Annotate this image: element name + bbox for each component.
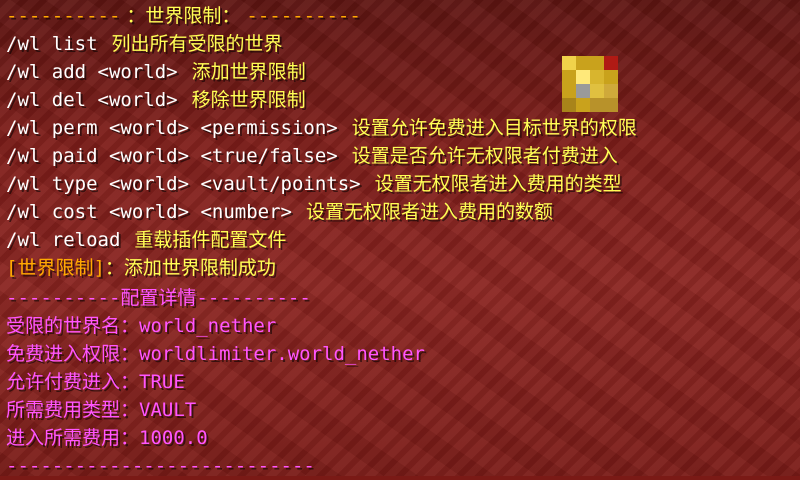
header-title: ：世界限制： [126,5,241,27]
detail-row-type: 所需费用类型：VAULT [6,396,196,424]
command-row-del: /wl del <world> 移除世界限制 [6,86,306,114]
details-header: ----------配置详情---------- [6,284,311,312]
header-dashes-left: ---------- [6,5,121,27]
command-row-paid: /wl paid <world> <true/false> 设置是否允许无权限者付… [6,142,618,170]
command-text: /wl del <world> [6,89,178,111]
command-description: 添加世界限制 [191,61,306,83]
details-dashes-left: ---------- [6,287,121,309]
command-description: 设置无权限者进入费用的类型 [374,173,622,195]
detail-label: 受限的世界名： [6,315,140,337]
command-text: /wl list [6,33,98,55]
command-row-reload: /wl reload 重载插件配置文件 [6,226,286,254]
success-message: [世界限制]：添加世界限制成功 [6,254,276,282]
command-text: /wl perm <world> <permission> [6,117,338,139]
command-description: 列出所有受限的世界 [111,33,283,55]
command-row-list: /wl list 列出所有受限的世界 [6,30,283,58]
detail-value: worldlimiter.world_nether [139,343,425,365]
command-text: /wl cost <world> <number> [6,201,292,223]
footer-dashes: --------------------------- [6,455,315,477]
message-prefix: [世界限制] [6,257,105,279]
detail-row-paid: 允许付费进入：TRUE [6,368,185,396]
detail-value: TRUE [139,371,185,393]
command-row-cost: /wl cost <world> <number> 设置无权限者进入费用的数额 [6,198,553,226]
detail-value: VAULT [139,399,197,421]
detail-row-world-name: 受限的世界名：world_nether [6,312,276,340]
command-description: 重载插件配置文件 [134,229,287,251]
command-description: 移除世界限制 [191,89,306,111]
command-row-type: /wl type <world> <vault/points> 设置无权限者进入费… [6,170,622,198]
command-description: 设置是否允许无权限者付费进入 [351,145,618,167]
command-row-perm: /wl perm <world> <permission> 设置允许免费进入目标世… [6,114,637,142]
chat-log: ---------- ：世界限制： ---------- /wl list 列出所有受… [0,0,800,477]
details-dashes-right: ---------- [196,287,311,309]
chat-header: ---------- ：世界限制： ---------- [6,2,361,30]
command-description: 设置无权限者进入费用的数额 [305,201,553,223]
detail-label: 免费进入权限： [6,343,140,365]
detail-row-permission: 免费进入权限：worldlimiter.world_nether [6,340,425,368]
detail-value: 1000.0 [139,427,208,449]
detail-value: world_nether [139,315,277,337]
command-text: /wl reload [6,229,121,251]
details-title: 配置详情 [120,287,197,309]
detail-label: 允许付费进入： [6,371,140,393]
message-text: ：添加世界限制成功 [104,257,276,279]
command-description: 设置允许免费进入目标世界的权限 [351,117,637,139]
command-row-add: /wl add <world> 添加世界限制 [6,58,306,86]
command-text: /wl paid <world> <true/false> [6,145,338,167]
detail-label: 进入所需费用： [6,427,140,449]
command-text: /wl type <world> <vault/points> [6,173,361,195]
command-text: /wl add <world> [6,61,178,83]
detail-row-cost: 进入所需费用：1000.0 [6,424,208,452]
detail-label: 所需费用类型： [6,399,140,421]
header-dashes-right: ---------- [246,5,361,27]
